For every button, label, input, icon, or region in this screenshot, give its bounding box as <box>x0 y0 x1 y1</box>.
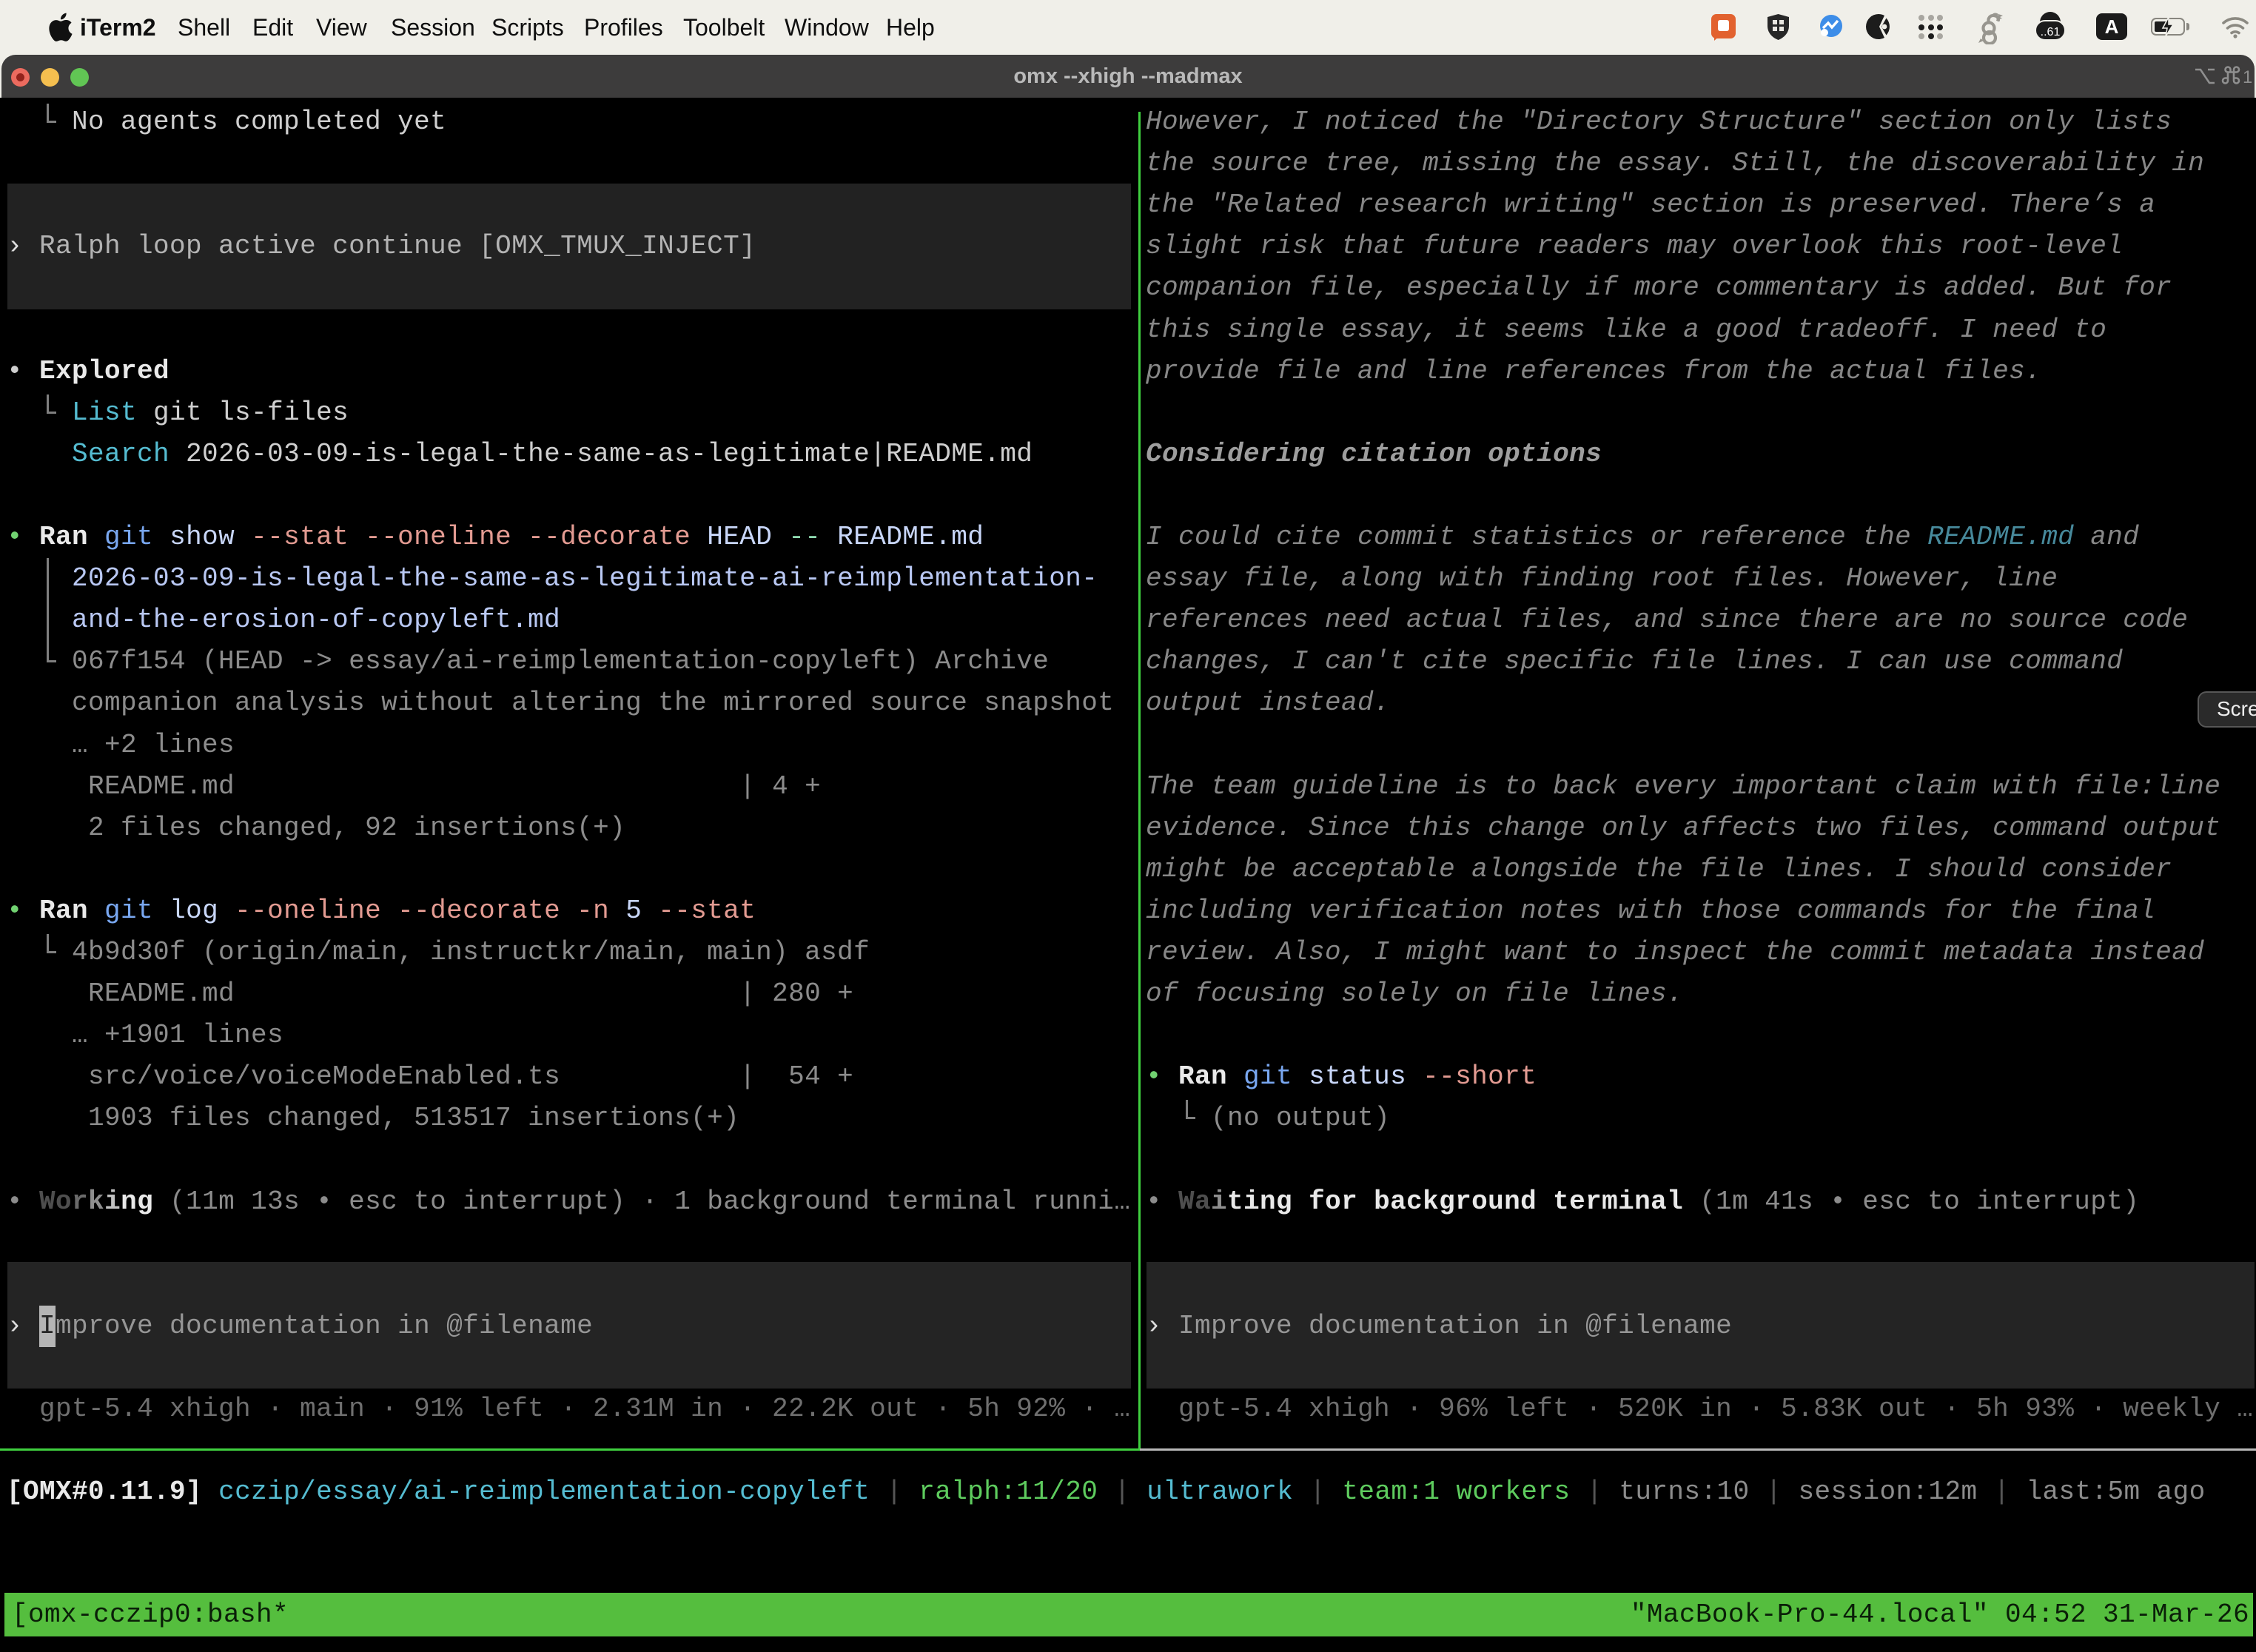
svg-text:..61: ..61 <box>2041 26 2061 38</box>
svg-text:1: 1 <box>2243 67 2252 87</box>
